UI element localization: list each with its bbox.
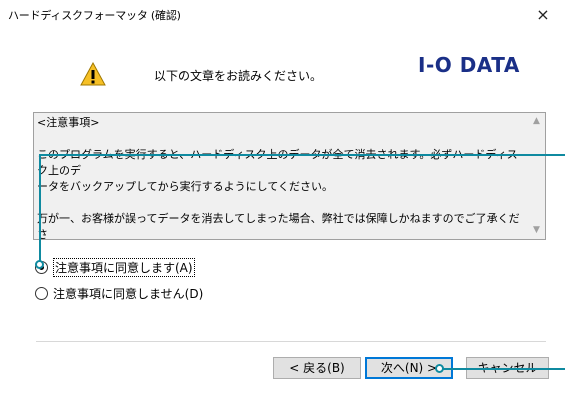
disagree-radio-option[interactable]: 注意事項に同意しません(D): [35, 285, 203, 302]
callout-line-next: [441, 368, 565, 370]
callout-dot-next: [435, 364, 444, 373]
close-icon[interactable]: ×: [521, 0, 565, 30]
agree-radio-option[interactable]: 注意事項に同意します(A): [35, 258, 195, 277]
agree-label[interactable]: 注意事項に同意します(A): [53, 258, 195, 277]
window-title: ハードディスクフォーマッタ (確認): [8, 9, 181, 22]
button-divider: [36, 341, 546, 342]
callout-dot-agree: [35, 260, 44, 269]
notes-text: <注意事項> このプログラムを実行すると、ハードディスク上のデータが全て消去され…: [37, 116, 520, 240]
radio-unselected-icon[interactable]: [35, 287, 48, 300]
title-bar: ハードディスクフォーマッタ (確認) ×: [0, 0, 565, 30]
scroll-up-icon[interactable]: ▲: [528, 113, 545, 130]
disagree-label[interactable]: 注意事項に同意しません(D): [53, 285, 203, 302]
scroll-down-icon[interactable]: ▼: [528, 222, 545, 239]
callout-line-agree-horizontal: [39, 154, 565, 156]
notes-textbox[interactable]: <注意事項> このプログラムを実行すると、ハードディスク上のデータが全て消去され…: [33, 112, 546, 240]
back-button[interactable]: < 戻る(B): [273, 357, 361, 379]
instruction-text: 以下の文章をお読みください。: [154, 69, 323, 83]
vertical-scrollbar[interactable]: ▲ ▼: [528, 113, 545, 239]
brand-logo: I-O DATA: [418, 53, 520, 77]
callout-line-agree-vertical: [39, 154, 41, 264]
warning-icon: [80, 62, 106, 86]
